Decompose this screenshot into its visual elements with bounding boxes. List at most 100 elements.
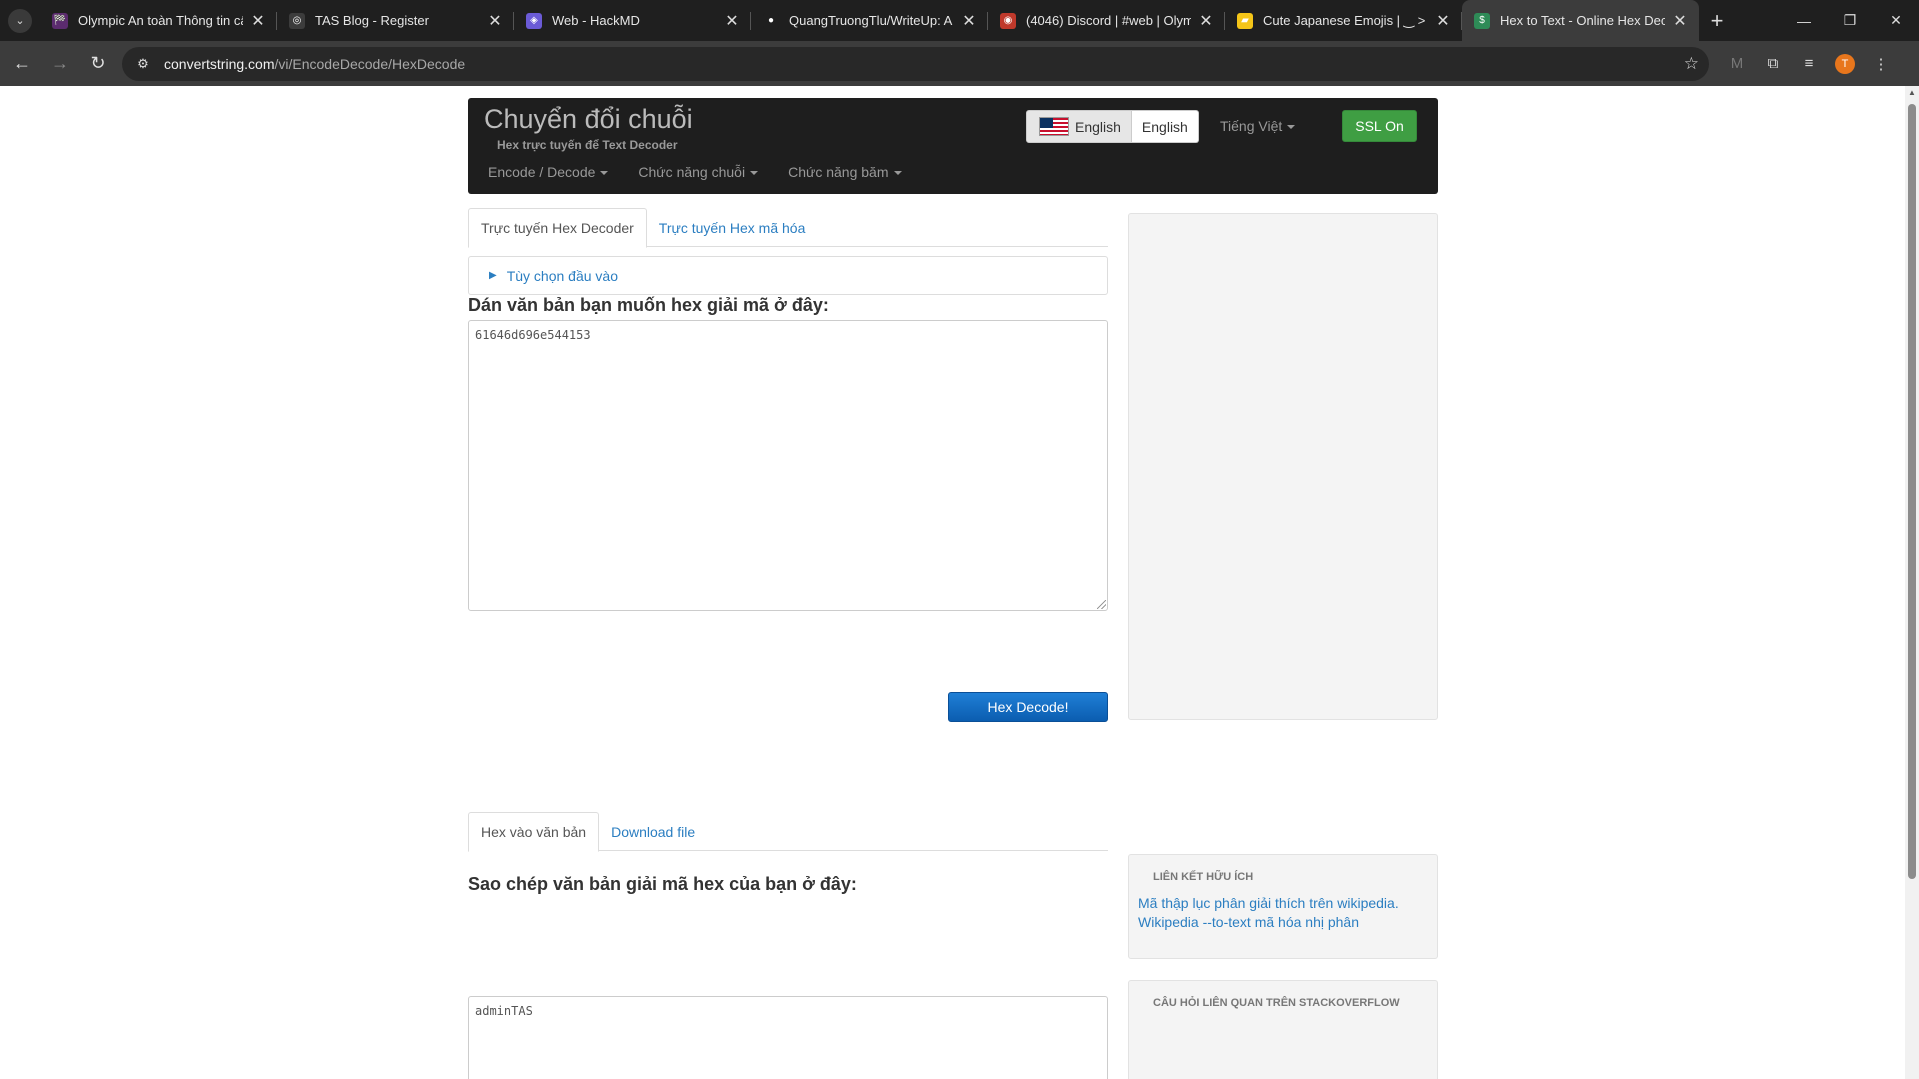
output-tabs: Hex vào văn bản Download file <box>468 812 1108 852</box>
lang-vietnamese-label: Tiếng Việt <box>1220 118 1283 134</box>
tab-close-icon[interactable]: ✕ <box>1197 12 1215 30</box>
minimize-icon: — <box>1797 12 1811 29</box>
tab-title: TAS Blog - Register <box>315 13 429 28</box>
tab-close-icon[interactable]: ✕ <box>1434 12 1452 30</box>
tab-hex-decoder[interactable]: Trực tuyến Hex Decoder <box>468 208 647 248</box>
nav-string-functions[interactable]: Chức năng chuỗi <box>638 164 759 180</box>
tab-hex-to-text[interactable]: Hex vào văn bản <box>468 812 600 852</box>
input-heading: Dán văn bản bạn muốn hex giải mã ở đây: <box>468 295 829 315</box>
caret-down-icon <box>750 171 759 176</box>
nav-encode-decode[interactable]: Encode / Decode <box>488 164 609 180</box>
media-control-icon[interactable]: ≡ <box>1791 48 1827 80</box>
browser-tab[interactable]: 🏁 Olympic An toàn Thông tin cấp ✕ <box>40 0 277 41</box>
chevron-down-icon: ⌄ <box>8 8 32 33</box>
tab-favicon-icon: ◉ <box>1000 12 1016 29</box>
link-wikipedia-binary[interactable]: Wikipedia --to-text mã hóa nhị phân <box>1138 914 1437 930</box>
tab-title: QuangTruongTlu/WriteUp: A pl <box>789 13 954 28</box>
tab-download-file[interactable]: Download file <box>599 812 707 851</box>
tab-search-button[interactable]: ⌄ <box>0 0 40 41</box>
tab-close-icon[interactable]: ✕ <box>723 12 741 30</box>
tab-title: Olympic An toàn Thông tin cấp <box>78 13 243 28</box>
tab-favicon-icon: ▰ <box>1237 12 1253 29</box>
extensions-puzzle-icon[interactable]: ⧉ <box>1755 48 1791 80</box>
minimize-button[interactable]: — <box>1781 0 1827 41</box>
scrollbar-thumb[interactable] <box>1908 104 1916 879</box>
profile-avatar[interactable]: T <box>1835 53 1855 74</box>
hex-decode-button[interactable]: Hex Decode! <box>948 692 1108 722</box>
browser-tab[interactable]: ▰ Cute Japanese Emojis | ‿ > ✕ <box>1225 0 1462 41</box>
browser-tab-strip: ⌄ 🏁 Olympic An toàn Thông tin cấp ✕ ◎ TAS Bl… <box>0 0 1919 41</box>
arrow-right-icon: → <box>51 53 69 73</box>
input-options-label: Tùy chọn đầu vào <box>506 267 618 284</box>
tab-close-icon[interactable]: ✕ <box>1671 12 1689 30</box>
input-tabs: Trực tuyến Hex Decoder Trực tuyến Hex mã… <box>468 208 1108 248</box>
tab-hex-encoder[interactable]: Trực tuyến Hex mã hóa <box>647 208 818 247</box>
tab-close-icon[interactable]: ✕ <box>486 12 504 30</box>
site-tagline: Hex trực tuyến để Text Decoder <box>497 138 678 152</box>
link-wikipedia-hex[interactable]: Mã thập lục phân giải thích trên wikiped… <box>1138 895 1437 911</box>
forward-button[interactable]: → <box>44 48 76 80</box>
text-output-value: adminTAS <box>475 1004 533 1018</box>
tab-favicon-icon: ◎ <box>289 12 305 29</box>
hex-input-value: 61646d696e544153 <box>475 328 591 342</box>
reload-icon: ↻ <box>90 53 106 73</box>
stackoverflow-box: Câu hỏi liên quan trên StackOverflow <box>1128 980 1438 1079</box>
window-controls: — ❐ ✕ <box>1781 0 1919 41</box>
site-brand[interactable]: Chuyển đổi chuỗi <box>484 104 693 135</box>
browser-tab[interactable]: ◉ (4046) Discord | #web | Olympi ✕ <box>988 0 1225 41</box>
output-heading: Sao chép văn bản giải mã hex của bạn ở đ… <box>468 874 857 894</box>
more-menu-icon[interactable]: ⋮ <box>1863 48 1899 80</box>
nav-hash-functions[interactable]: Chức năng băm <box>788 164 902 180</box>
tab-favicon-icon: $ <box>1474 12 1490 29</box>
site-info-icon[interactable]: ⚙ <box>132 53 154 75</box>
main-nav: Encode / Decode Chức năng chuỗi Chức năn… <box>488 164 932 180</box>
us-flag-icon <box>1039 117 1069 136</box>
restore-button[interactable]: ❐ <box>1827 0 1873 41</box>
restore-icon: ❐ <box>1843 12 1857 28</box>
resize-grip-icon[interactable] <box>1097 600 1106 609</box>
new-tab-button[interactable]: + <box>1699 0 1735 41</box>
close-window-button[interactable]: ✕ <box>1873 0 1919 41</box>
site-header: Chuyển đổi chuỗi Hex trực tuyến để Text … <box>468 98 1438 194</box>
nav-string-functions-label: Chức năng chuỗi <box>638 164 746 180</box>
page-viewport: Chuyển đổi chuỗi Hex trực tuyến để Text … <box>0 86 1905 1079</box>
triangle-right-icon: ▶ <box>489 270 497 281</box>
lang-english-flag-button[interactable]: English <box>1026 110 1132 143</box>
reload-button[interactable]: ↻ <box>82 48 114 80</box>
lang-vietnamese-dropdown[interactable]: Tiếng Việt <box>1220 118 1296 134</box>
page-scrollbar[interactable]: ▲ <box>1905 86 1919 1079</box>
address-bar[interactable]: ⚙ convertstring.com/vi/EncodeDecode/HexD… <box>122 46 1709 81</box>
lang-english-flag-label: English <box>1075 118 1121 135</box>
nav-hash-functions-label: Chức năng băm <box>788 164 889 180</box>
sidebar-ad-placeholder <box>1128 213 1438 720</box>
useful-links-heading: Liên kết hữu ích <box>1153 871 1254 883</box>
ssl-toggle-button[interactable]: SSL On <box>1342 110 1417 142</box>
browser-toolbar: ← → ↻ ⚙ convertstring.com/vi/EncodeDecod… <box>0 41 1919 86</box>
language-switcher: English English <box>1026 110 1199 143</box>
lang-english-button[interactable]: English <box>1131 110 1199 143</box>
caret-down-icon <box>893 171 902 176</box>
browser-tab[interactable]: ◈ Web - HackMD ✕ <box>514 0 751 41</box>
hex-input-textarea[interactable]: 61646d696e544153 <box>468 320 1108 611</box>
browser-tab[interactable]: $ Hex to Text - Online Hex Deco ✕ <box>1462 0 1699 41</box>
tab-close-icon[interactable]: ✕ <box>960 12 978 30</box>
url-path: /vi/EncodeDecode/HexDecode <box>274 55 466 72</box>
tab-close-icon[interactable]: ✕ <box>249 12 267 30</box>
bookmark-star-icon[interactable]: ☆ <box>1684 54 1699 74</box>
extension-m-icon[interactable]: M <box>1719 48 1755 80</box>
input-options-toggle[interactable]: ▶ Tùy chọn đầu vào <box>468 256 1108 295</box>
url-text[interactable]: convertstring.com/vi/EncodeDecode/HexDec… <box>164 56 1684 72</box>
tab-favicon-icon: 🏁 <box>52 12 68 29</box>
browser-tab[interactable]: ● QuangTruongTlu/WriteUp: A pl ✕ <box>751 0 988 41</box>
arrow-left-icon: ← <box>13 53 31 73</box>
tab-title: Cute Japanese Emojis | ‿ > <box>1263 12 1426 28</box>
caret-down-icon <box>600 171 609 176</box>
browser-tab[interactable]: ◎ TAS Blog - Register ✕ <box>277 0 514 41</box>
url-host: convertstring.com <box>164 55 275 72</box>
tab-title: Web - HackMD <box>552 13 640 28</box>
scroll-up-icon[interactable]: ▲ <box>1908 88 1916 97</box>
back-button[interactable]: ← <box>6 48 38 80</box>
stackoverflow-heading: Câu hỏi liên quan trên StackOverflow <box>1153 997 1400 1009</box>
text-output-textarea[interactable]: adminTAS <box>468 996 1108 1079</box>
tab-title: Hex to Text - Online Hex Deco <box>1500 13 1665 28</box>
